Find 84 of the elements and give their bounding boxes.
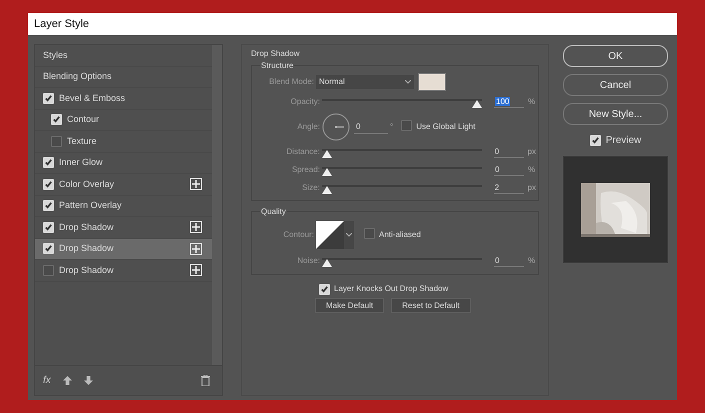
caret-icon: [405, 80, 411, 84]
checkbox-label: Use Global Light: [416, 121, 476, 133]
unit-label: %: [528, 164, 536, 176]
checkbox[interactable]: [43, 200, 54, 212]
slider[interactable]: [322, 96, 482, 108]
plus-icon[interactable]: [190, 264, 202, 276]
panel-button[interactable]: Reset to Default: [391, 298, 471, 313]
slider[interactable]: [322, 146, 482, 158]
style-item[interactable]: Texture: [35, 131, 212, 152]
unit-label: %: [528, 255, 536, 267]
checkbox[interactable]: [401, 120, 412, 130]
style-item[interactable]: Inner Glow: [35, 152, 212, 174]
checkbox[interactable]: [364, 228, 375, 238]
fx-button[interactable]: fx: [43, 373, 51, 388]
angle-field[interactable]: 0: [354, 120, 388, 134]
unit-label: px: [528, 182, 536, 194]
slider[interactable]: [322, 164, 482, 176]
plus-icon[interactable]: [190, 242, 202, 255]
slider-label: Size:: [301, 182, 321, 194]
style-item[interactable]: Color Overlay: [35, 174, 212, 196]
style-label: Pattern Overlay: [59, 199, 122, 212]
blend-mode-label: Blend Mode:: [268, 76, 315, 88]
checkbox[interactable]: [43, 264, 54, 276]
style-label: Texture: [67, 134, 97, 148]
checkbox[interactable]: [43, 243, 54, 254]
checkbox[interactable]: [51, 136, 62, 147]
blend-mode-dropdown[interactable]: Normal: [316, 75, 414, 89]
plus-icon[interactable]: [190, 178, 202, 190]
slider[interactable]: [322, 255, 482, 267]
trash-icon[interactable]: [201, 375, 210, 386]
value-field[interactable]: 2: [494, 182, 524, 194]
dialog-button[interactable]: OK: [563, 45, 668, 67]
slider-label: Noise:: [296, 255, 321, 267]
style-label: Styles: [43, 48, 68, 62]
angle-label: Angle:: [296, 121, 321, 133]
checkbox-label: Anti-aliased: [379, 229, 421, 241]
checkbox[interactable]: [43, 92, 54, 104]
dialog-button[interactable]: New Style...: [563, 103, 668, 125]
degree-label: °: [390, 121, 394, 133]
contour-dropdown[interactable]: [344, 221, 354, 249]
value-field[interactable]: 100: [494, 96, 524, 108]
style-label: Drop Shadow: [59, 264, 114, 277]
caret-icon: [346, 233, 352, 237]
checkbox[interactable]: [319, 284, 330, 294]
arrow-down-icon[interactable]: [84, 376, 93, 385]
style-item[interactable]: Pattern Overlay: [35, 196, 212, 217]
value-field[interactable]: 0: [494, 164, 524, 176]
style-label: Color Overlay: [59, 178, 114, 191]
value-field[interactable]: 0: [494, 255, 524, 267]
style-item[interactable]: Bevel & Emboss: [35, 88, 212, 110]
dialog-button[interactable]: Cancel: [563, 74, 668, 96]
plus-icon[interactable]: [190, 221, 202, 234]
contour-preview[interactable]: [316, 221, 344, 249]
window-title: Layer Style: [34, 16, 90, 32]
checkbox[interactable]: [590, 135, 601, 146]
slider-label: Distance:: [286, 146, 321, 158]
panel-button[interactable]: Make Default: [315, 298, 384, 313]
color-swatch[interactable]: [418, 73, 446, 91]
unit-label: px: [528, 146, 536, 158]
checkbox[interactable]: [43, 157, 54, 168]
style-label: Contour: [67, 113, 100, 126]
checkbox[interactable]: [43, 178, 54, 190]
preview-label: Preview: [606, 134, 642, 148]
section-title: Drop Shadow: [251, 48, 300, 60]
style-label: Drop Shadow: [59, 242, 114, 255]
contour-label: Contour:: [282, 229, 315, 241]
angle-dial[interactable]: [322, 113, 350, 141]
style-item[interactable]: Drop Shadow: [35, 238, 212, 260]
checkbox[interactable]: [51, 114, 62, 126]
arrow-up-icon[interactable]: [62, 376, 72, 385]
style-item[interactable]: Contour: [35, 110, 212, 131]
slider-label: Spread:: [290, 164, 321, 176]
unit-label: %: [528, 96, 536, 108]
style-label: Blending Options: [43, 70, 112, 83]
value-field[interactable]: 0: [494, 146, 524, 158]
slider-label: Opacity:: [290, 96, 321, 108]
style-label: Inner Glow: [59, 156, 103, 169]
slider[interactable]: [322, 182, 482, 194]
checkbox[interactable]: [43, 222, 54, 233]
style-item[interactable]: Drop Shadow: [35, 260, 212, 282]
style-label: Bevel & Emboss: [59, 92, 126, 104]
group-legend: Quality: [260, 206, 287, 218]
style-label: Drop Shadow: [59, 220, 114, 234]
checkbox-label: Layer Knocks Out Drop Shadow: [334, 283, 448, 295]
